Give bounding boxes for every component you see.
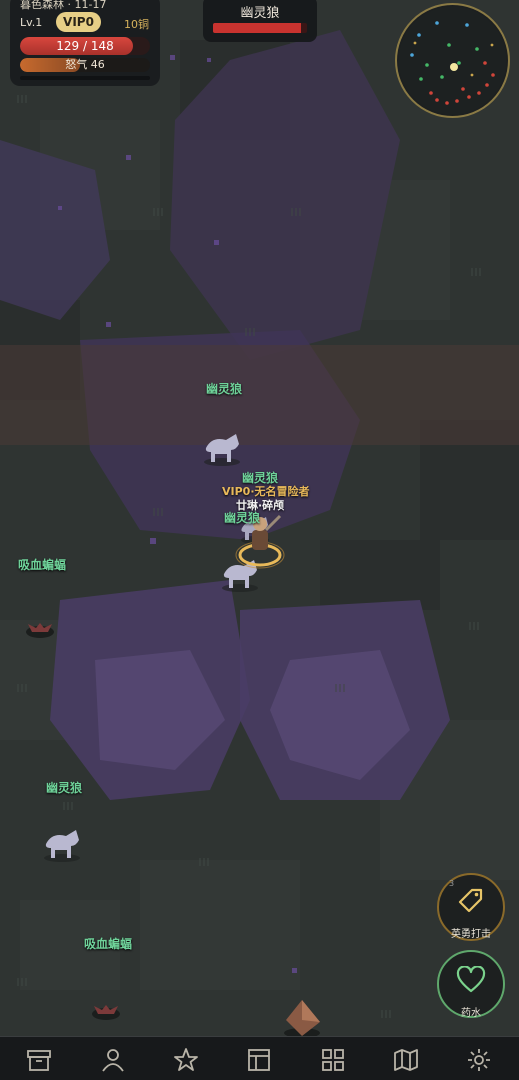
mob-label-wolf: 幽灵狼 xyxy=(206,382,243,396)
target-name: 幽灵狼 xyxy=(240,6,280,21)
star-icon xyxy=(174,1048,198,1071)
potion-button[interactable]: 药水 xyxy=(437,950,505,1019)
nav-character[interactable] xyxy=(93,1042,133,1078)
skill-label: 药水 xyxy=(461,1008,481,1019)
skill-hotkey: 3 xyxy=(449,879,455,888)
nav-panel[interactable] xyxy=(239,1042,279,1078)
minimap[interactable] xyxy=(395,3,510,118)
vip-badge[interactable]: VIP0 xyxy=(56,12,101,32)
target-hp-fill xyxy=(213,23,302,33)
map-icon xyxy=(394,1049,418,1071)
brave-strike-button[interactable]: 3 英勇打击 xyxy=(437,873,505,941)
rage-text: 怒气 46 xyxy=(65,58,105,71)
nav-settings[interactable] xyxy=(459,1042,499,1078)
game-viewport[interactable]: 暮色森林 · 11-17 Lv.1 VIP0 10铜 129 / 148 怒气 … xyxy=(0,0,519,1080)
target-frame[interactable]: 幽灵狼 xyxy=(203,0,317,42)
mob-label-wolf: 幽灵狼 xyxy=(224,511,261,525)
mob-label-wolf: 幽灵狼 xyxy=(46,781,83,795)
xp-bar xyxy=(20,76,150,80)
grid-icon xyxy=(322,1049,344,1071)
heart-icon xyxy=(456,966,486,993)
skill-label: 英勇打击 xyxy=(451,929,491,940)
nav-map[interactable] xyxy=(386,1042,426,1078)
bat-sprite-1[interactable] xyxy=(26,623,54,638)
zone-name: 暮色森林 · 11-17 xyxy=(20,0,107,11)
nav-talents[interactable] xyxy=(166,1042,206,1078)
currency-amount: 10铜 xyxy=(124,18,149,31)
panel-icon xyxy=(248,1049,270,1071)
person-icon xyxy=(102,1049,124,1072)
mob-label-bat: 吸血蝙蝠 xyxy=(84,937,133,951)
nav-inventory[interactable] xyxy=(313,1042,353,1078)
settings-icon xyxy=(468,1049,490,1071)
nav-archive[interactable] xyxy=(19,1042,59,1078)
archive-icon xyxy=(27,1050,51,1071)
hp-bar: 129 / 148 xyxy=(20,37,150,55)
minimap-dots xyxy=(398,6,507,115)
target-hp-bar xyxy=(213,23,307,33)
mob-label-bat: 吸血蝙蝠 xyxy=(18,558,67,572)
hp-text: 129 / 148 xyxy=(56,39,114,53)
rage-bar: 怒气 46 xyxy=(20,58,150,72)
bat-sprite-2[interactable] xyxy=(92,1005,120,1020)
player-level: Lv.1 xyxy=(20,16,43,29)
tag-icon xyxy=(458,888,483,913)
